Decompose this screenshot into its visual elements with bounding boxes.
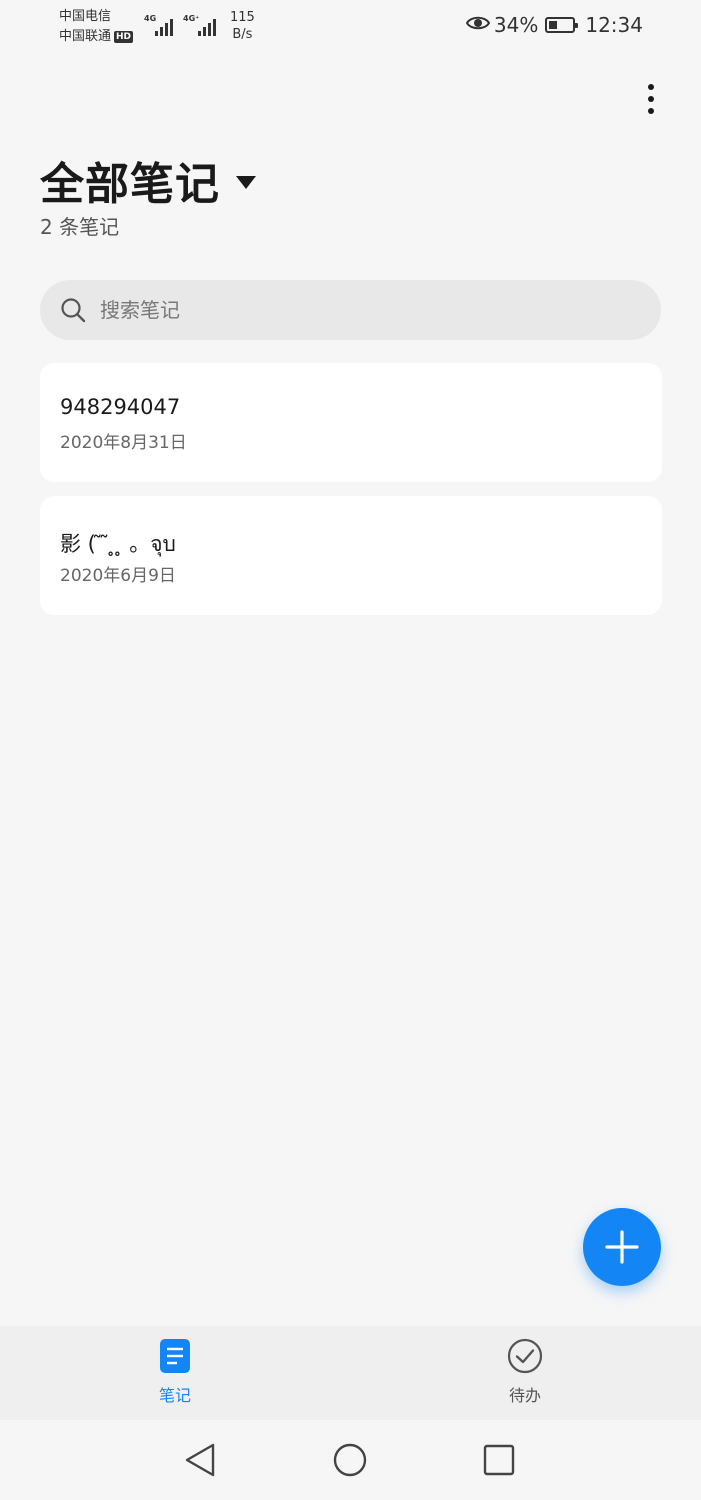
- caret-down-icon: [236, 175, 256, 189]
- title-dropdown[interactable]: 全部笔记: [40, 148, 256, 212]
- status-bar: 中国电信 中国联通 HD 4G 4G⁺ 115 B/s 34% 12:34: [0, 0, 701, 56]
- search-icon: [61, 298, 86, 323]
- note-count: 2 条笔记: [40, 215, 120, 239]
- note-title: 948294047: [60, 395, 181, 419]
- net-speed: 115 B/s: [230, 9, 255, 43]
- note-card[interactable]: 948294047 2020年8月31日: [40, 363, 662, 482]
- net-speed-value: 115: [230, 10, 255, 25]
- battery-icon: [545, 17, 579, 33]
- signal-1-icon: 4G: [144, 12, 178, 38]
- carrier-1: 中国电信: [59, 9, 112, 24]
- battery-level: [549, 21, 557, 29]
- signal-2-label: 4G⁺: [183, 14, 200, 23]
- battery-percent: 34%: [493, 13, 539, 37]
- note-title: 影 ( ̃ ̃ ̥ ̥ 。จุบ: [60, 532, 176, 556]
- net-speed-unit: B/s: [232, 27, 253, 42]
- search-bar[interactable]: [40, 280, 661, 340]
- more-vertical-icon[interactable]: [628, 78, 674, 120]
- hd-badge: HD: [114, 30, 134, 43]
- signal-2-icon: 4G⁺: [183, 12, 223, 38]
- tab-todo[interactable]: 待办: [465, 1338, 585, 1408]
- note-date: 2020年6月9日: [60, 566, 176, 586]
- carrier-info: 中国电信 中国联通 HD: [59, 7, 134, 47]
- check-circle-icon: [507, 1338, 543, 1374]
- note-card[interactable]: 影 ( ̃ ̃ ̥ ̥ 。จุบ 2020年6月9日: [40, 496, 662, 615]
- note-date: 2020年8月31日: [60, 433, 187, 453]
- plus-icon: [605, 1230, 639, 1264]
- system-nav: [0, 1420, 701, 1500]
- eye-icon: [465, 13, 491, 37]
- carrier-2: 中国联通: [59, 29, 112, 44]
- recents-square-icon[interactable]: [479, 1440, 519, 1480]
- tab-notes[interactable]: 笔记: [115, 1338, 235, 1408]
- page-title: 全部笔记: [40, 159, 220, 210]
- back-triangle-icon[interactable]: [180, 1440, 220, 1480]
- note-icon: [160, 1339, 190, 1373]
- tab-todo-label: 待办: [508, 1386, 541, 1405]
- status-right: 34% 12:34: [465, 13, 643, 37]
- search-input[interactable]: [98, 297, 622, 323]
- home-circle-icon[interactable]: [330, 1440, 370, 1480]
- bottom-nav: 笔记 待办: [0, 1326, 701, 1420]
- add-note-button[interactable]: [583, 1208, 661, 1286]
- clock: 12:34: [585, 13, 643, 37]
- tab-notes-label: 笔记: [158, 1386, 191, 1405]
